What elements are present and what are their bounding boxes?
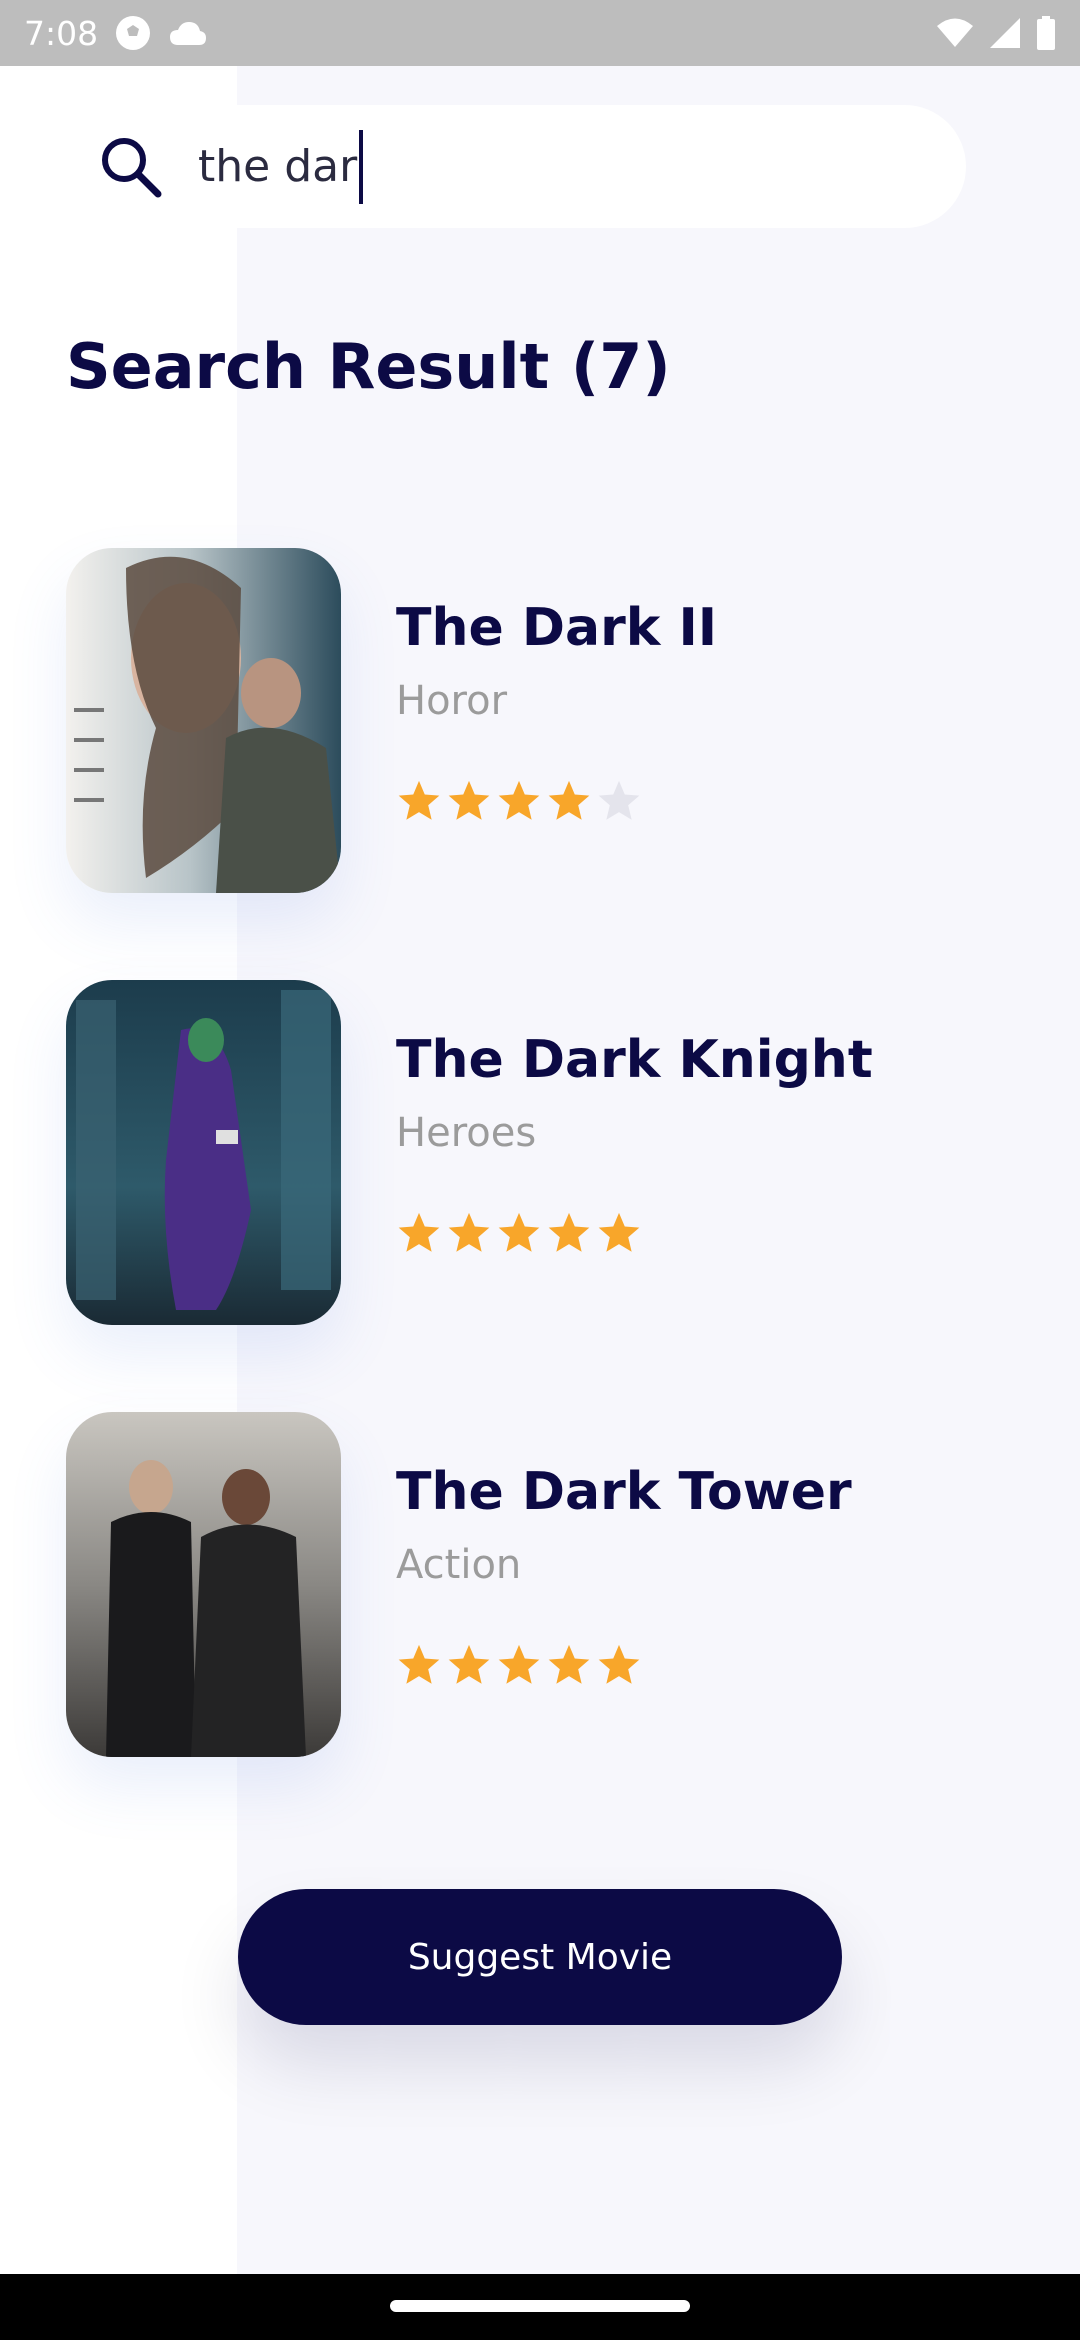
search-icon[interactable] xyxy=(98,134,164,200)
search-bar[interactable]: the dar xyxy=(66,105,966,228)
star-icon xyxy=(448,1212,490,1252)
movie-poster[interactable] xyxy=(66,548,341,893)
star-icon xyxy=(498,1644,540,1684)
movie-genre: Heroes xyxy=(396,1110,537,1156)
star-rating xyxy=(396,1642,642,1688)
star-icon xyxy=(498,1212,540,1252)
star-rating xyxy=(396,778,642,824)
star-icon xyxy=(448,780,490,820)
result-item-the-dark-ii[interactable]: The Dark II Horor xyxy=(66,548,1026,893)
search-input-value: the dar xyxy=(198,141,358,192)
status-bar: 7:08 xyxy=(0,0,1080,66)
star-icon xyxy=(498,780,540,820)
star-icon xyxy=(398,1212,440,1252)
home-indicator[interactable] xyxy=(390,2300,690,2312)
wifi-icon xyxy=(936,17,974,49)
text-cursor xyxy=(359,129,364,204)
signal-icon xyxy=(988,16,1022,50)
star-icon xyxy=(548,780,590,820)
search-input[interactable]: the dar xyxy=(198,129,364,204)
movie-poster[interactable] xyxy=(66,1412,341,1757)
star-icon xyxy=(598,1644,640,1684)
movie-title: The Dark Knight xyxy=(396,1030,873,1090)
movie-genre: Action xyxy=(396,1542,522,1588)
star-icon xyxy=(398,780,440,820)
suggest-movie-button[interactable]: Suggest Movie xyxy=(238,1889,842,2025)
star-icon xyxy=(548,1644,590,1684)
result-item-the-dark-knight[interactable]: The Dark Knight Heroes xyxy=(66,980,1026,1325)
cloud-icon xyxy=(168,19,208,47)
movie-genre: Horor xyxy=(396,678,508,724)
star-icon xyxy=(598,780,640,820)
search-result-title: Search Result (7) xyxy=(66,330,671,403)
battery-icon xyxy=(1036,16,1056,50)
movie-title: The Dark Tower xyxy=(396,1462,852,1522)
movie-title: The Dark II xyxy=(396,598,718,658)
soccer-ball-icon xyxy=(114,14,152,52)
star-icon xyxy=(548,1212,590,1252)
status-time: 7:08 xyxy=(24,13,99,53)
movie-poster[interactable] xyxy=(66,980,341,1325)
result-item-the-dark-tower[interactable]: The Dark Tower Action xyxy=(66,1412,1026,1757)
star-rating xyxy=(396,1210,642,1256)
star-icon xyxy=(398,1644,440,1684)
star-icon xyxy=(598,1212,640,1252)
star-icon xyxy=(448,1644,490,1684)
